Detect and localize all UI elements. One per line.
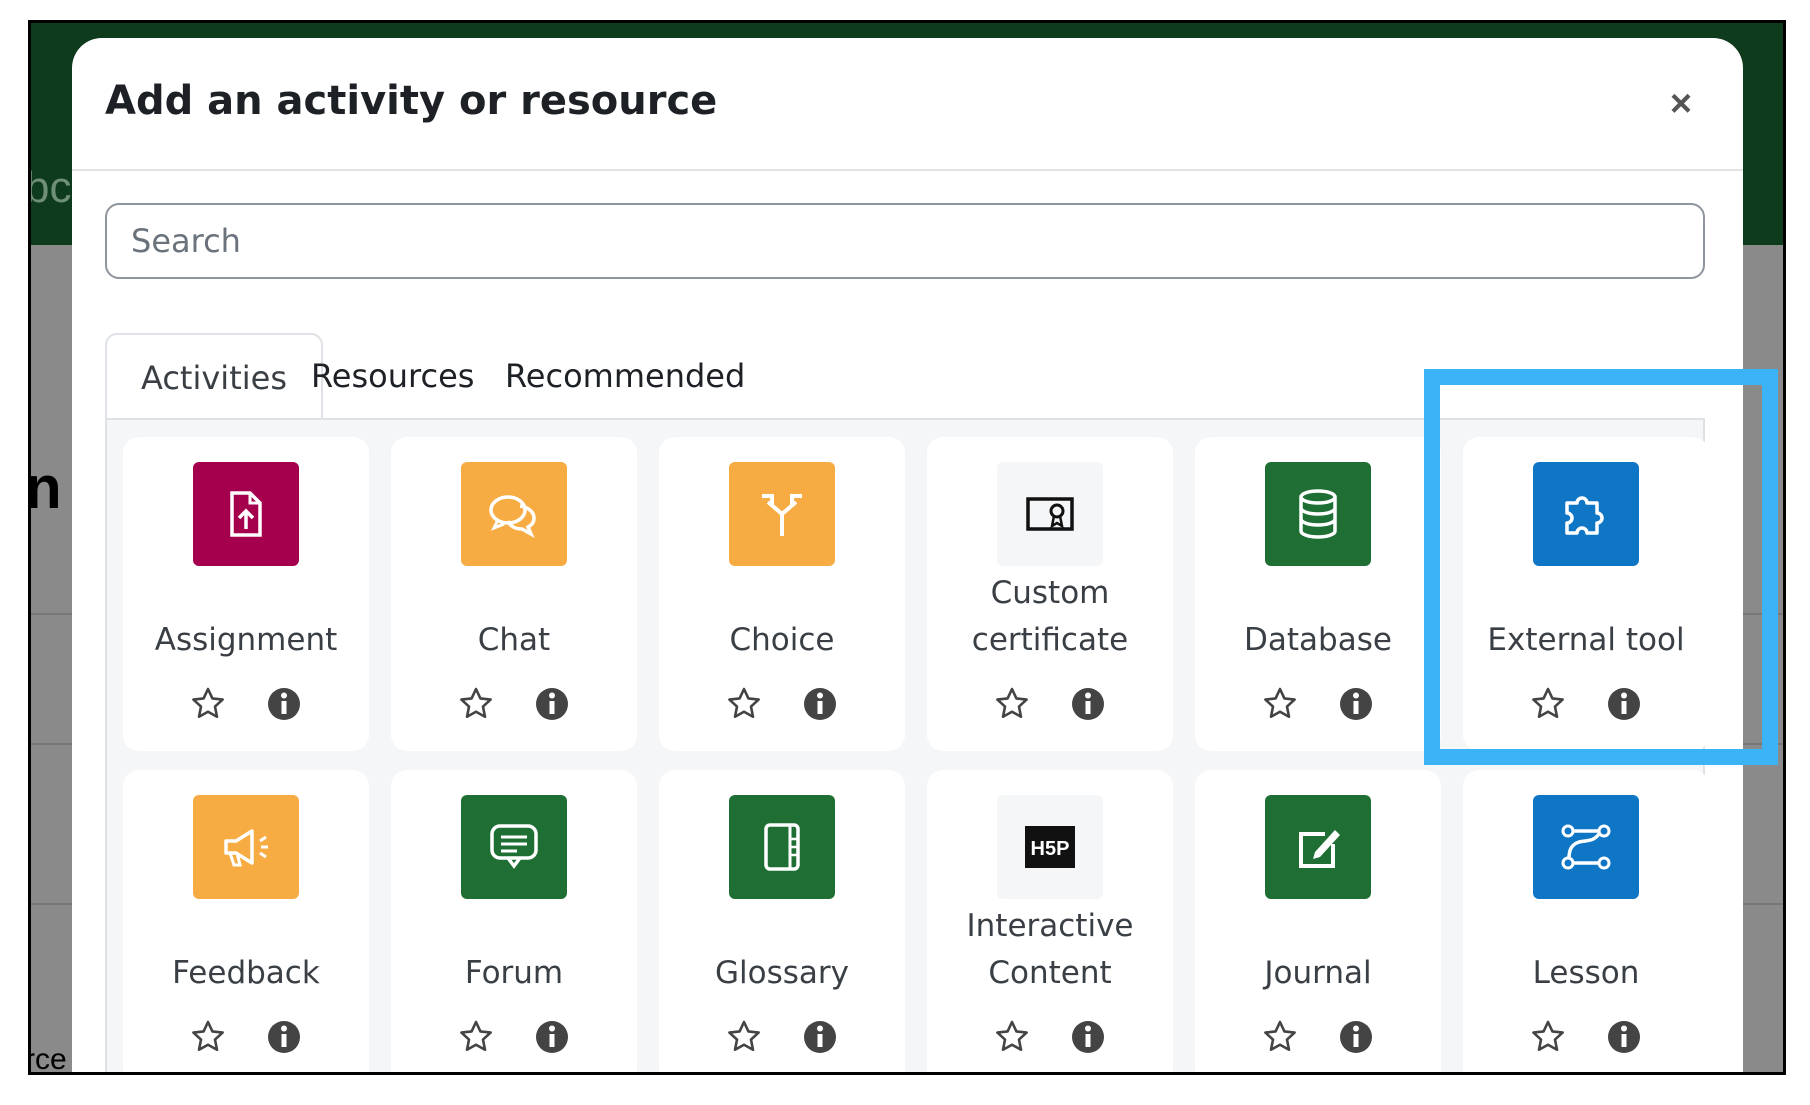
megaphone-icon <box>193 795 299 899</box>
activity-label: Glossary <box>715 955 849 991</box>
activity-label: Database <box>1244 622 1392 658</box>
h5p-icon: H5P <box>997 795 1103 899</box>
activity-card-interactive-content[interactable]: H5P Interactive Content <box>927 770 1173 1072</box>
activity-card-feedback[interactable]: Feedback <box>123 770 369 1072</box>
highlight-box <box>1424 369 1778 765</box>
glossary-icon <box>729 795 835 899</box>
info-icon[interactable] <box>1069 685 1107 723</box>
header-divider <box>72 169 1743 171</box>
info-icon[interactable] <box>1605 1018 1643 1056</box>
star-icon[interactable] <box>1261 1018 1299 1056</box>
star-icon[interactable] <box>725 1018 763 1056</box>
lesson-icon <box>1533 795 1639 899</box>
info-icon[interactable] <box>1337 1018 1375 1056</box>
chat-icon <box>461 462 567 566</box>
forum-icon <box>461 795 567 899</box>
search-input[interactable] <box>105 203 1705 279</box>
info-icon[interactable] <box>1069 1018 1107 1056</box>
info-icon[interactable] <box>265 1018 303 1056</box>
star-icon[interactable] <box>993 685 1031 723</box>
activity-label: Interactive Content <box>966 908 1134 991</box>
star-icon[interactable] <box>189 685 227 723</box>
choice-icon <box>729 462 835 566</box>
certificate-icon <box>997 462 1103 566</box>
activity-card-glossary[interactable]: Glossary <box>659 770 905 1072</box>
activity-label: Journal <box>1264 955 1372 991</box>
info-icon[interactable] <box>801 685 839 723</box>
star-icon[interactable] <box>457 685 495 723</box>
activity-card-forum[interactable]: Forum <box>391 770 637 1072</box>
activity-label: Forum <box>464 955 564 991</box>
activity-label: Feedback <box>172 955 320 991</box>
star-icon[interactable] <box>993 1018 1031 1056</box>
activity-card-custom-certificate[interactable]: Custom certificate <box>927 437 1173 751</box>
info-icon[interactable] <box>533 1018 571 1056</box>
activity-card-lesson[interactable]: Lesson <box>1463 770 1709 1072</box>
activity-card-chat[interactable]: Chat <box>391 437 637 751</box>
modal-title: Add an activity or resource <box>105 78 718 124</box>
info-icon[interactable] <box>533 685 571 723</box>
database-icon <box>1265 462 1371 566</box>
info-icon[interactable] <box>1337 685 1375 723</box>
activity-card-database[interactable]: Database <box>1195 437 1441 751</box>
background-text-top: bc <box>28 163 72 212</box>
activity-card-choice[interactable]: Choice <box>659 437 905 751</box>
activity-label: Choice <box>729 622 835 658</box>
activity-card-journal[interactable]: Journal <box>1195 770 1441 1072</box>
info-icon[interactable] <box>265 685 303 723</box>
info-icon[interactable] <box>801 1018 839 1056</box>
journal-icon <box>1265 795 1371 899</box>
activity-label: Chat <box>477 622 551 658</box>
star-icon[interactable] <box>1261 685 1299 723</box>
activity-label: Lesson <box>1532 955 1640 991</box>
svg-text:H5P: H5P <box>1031 838 1070 860</box>
background-text-mid: n <box>28 454 62 521</box>
close-button[interactable]: × <box>1659 82 1703 126</box>
activity-label: Custom certificate <box>971 575 1129 658</box>
screenshot-frame: bc n rce Add an activity or resource × A… <box>28 20 1786 1075</box>
background-text-bottom: rce <box>28 1043 67 1075</box>
tab-recommended[interactable]: Recommended <box>471 333 779 419</box>
star-icon[interactable] <box>189 1018 227 1056</box>
star-icon[interactable] <box>1529 1018 1567 1056</box>
activity-card-assignment[interactable]: Assignment <box>123 437 369 751</box>
assignment-icon <box>193 462 299 566</box>
star-icon[interactable] <box>725 685 763 723</box>
activity-label: Assignment <box>154 622 338 658</box>
star-icon[interactable] <box>457 1018 495 1056</box>
